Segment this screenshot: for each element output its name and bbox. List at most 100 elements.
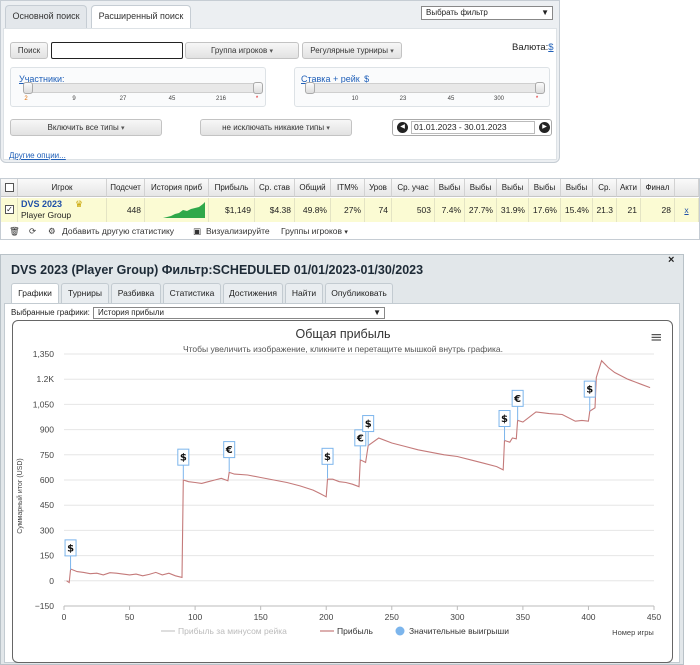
tab-statistics[interactable]: Статистика xyxy=(163,283,221,303)
participants-tick: * xyxy=(255,96,259,102)
filter-select-value: Выбрать фильтр xyxy=(426,8,488,17)
date-range-picker[interactable]: ◀ 01.01.2023 - 30.01.2023 ▶ xyxy=(392,119,552,136)
row-checkbox[interactable]: ✓ xyxy=(5,205,14,214)
col-header-out[interactable]: Выбы xyxy=(561,179,593,197)
filter-select[interactable]: Выбрать фильтр ▼ xyxy=(421,6,553,20)
count-cell: 448 xyxy=(107,198,145,222)
tab-achievements[interactable]: Достижения xyxy=(223,283,283,303)
col-header-out[interactable]: Выбы xyxy=(529,179,561,197)
prev-period-icon[interactable]: ◀ xyxy=(397,122,408,133)
col-header-itm[interactable]: ITM% xyxy=(331,179,365,197)
col-header-final[interactable]: Финал xyxy=(641,179,675,197)
participants-slider-min-handle[interactable] xyxy=(23,82,33,94)
chart-menu-icon[interactable]: ≡ xyxy=(650,328,663,346)
stake-tick: * xyxy=(535,96,539,102)
selected-chart-select[interactable]: История прибыли ▼ xyxy=(93,307,385,319)
stake-slider-max-handle[interactable] xyxy=(535,82,545,94)
win-flag-label: € xyxy=(225,445,233,456)
refresh-icon[interactable]: ⟳ xyxy=(29,223,36,240)
chevron-down-icon: ▾ xyxy=(344,229,348,236)
out-cell: 15.4% xyxy=(561,198,593,222)
stake-slider[interactable] xyxy=(305,82,545,94)
col-header-out[interactable]: Выбы xyxy=(465,179,497,197)
player-group-button[interactable]: Группа игроков ▾ xyxy=(185,42,299,59)
y-tick-label: −150 xyxy=(35,601,54,611)
visualize-button[interactable]: Визуализируйте xyxy=(206,223,270,240)
profit-history-cell[interactable] xyxy=(145,198,209,222)
tab-advanced-search[interactable]: Расширенный поиск xyxy=(91,5,191,29)
stake-slider-min-handle[interactable] xyxy=(305,82,315,94)
stake-tick: 10 xyxy=(351,96,359,102)
legend-item-net-profit[interactable]: Прибыль за минусом рейка xyxy=(178,626,287,636)
col-header-active[interactable]: Акти xyxy=(617,179,641,197)
search-input[interactable] xyxy=(51,42,183,59)
select-all-header[interactable] xyxy=(1,179,18,197)
y-tick-label: 0 xyxy=(49,576,54,586)
search-tabbar: Основной поиск Расширенный поиск Выбрать… xyxy=(1,1,559,29)
win-flag-label: € xyxy=(513,394,521,405)
next-period-icon[interactable]: ▶ xyxy=(539,122,550,133)
col-header-avg[interactable]: Ср. xyxy=(593,179,617,197)
include-types-button[interactable]: Включить все типы ▾ xyxy=(10,119,162,136)
stake-filter: Ставка + рейк $ 10 23 45 300 * xyxy=(294,67,550,107)
other-options-link[interactable]: Другие опции... xyxy=(9,145,66,163)
trash-icon[interactable]: 🗑 xyxy=(9,223,20,240)
close-icon[interactable]: × xyxy=(668,254,674,266)
currency-link[interactable]: $ xyxy=(548,42,553,53)
player-cell: DVS 2023 Player Group ♛ xyxy=(18,198,107,222)
col-header-avg-participants[interactable]: Ср. учас xyxy=(392,179,435,197)
player-groups-menu[interactable]: Группы игроков ▾ xyxy=(281,223,348,241)
participants-slider-max-handle[interactable] xyxy=(253,82,263,94)
tab-breakdown[interactable]: Разбивка xyxy=(111,283,161,303)
exclude-types-label: не исключать никакие типы xyxy=(222,123,325,132)
win-flag-label: $ xyxy=(324,452,331,463)
participants-tick: 9 xyxy=(72,96,76,102)
out-cell: 31.9% xyxy=(497,198,529,222)
tab-charts[interactable]: Графики xyxy=(11,283,59,304)
stake-tick: 300 xyxy=(493,96,505,102)
col-header-out[interactable]: Выбы xyxy=(435,179,465,197)
win-flag-label: $ xyxy=(365,419,372,430)
out-cell: 17.6% xyxy=(529,198,561,222)
final-cell: 28 xyxy=(641,198,675,222)
participants-slider[interactable] xyxy=(23,82,263,94)
remove-row-link[interactable]: x xyxy=(675,198,699,222)
col-header-total[interactable]: Общий xyxy=(295,179,331,197)
search-button[interactable]: Поиск xyxy=(10,42,48,59)
stake-tick: 23 xyxy=(399,96,407,102)
tab-find[interactable]: Найти xyxy=(285,283,323,303)
col-header-out[interactable]: Выбы xyxy=(497,179,529,197)
y-axis-title: Суммарный итог (USD) xyxy=(16,458,24,534)
tab-publish[interactable]: Опубликовать xyxy=(325,283,393,303)
date-range-input[interactable]: 01.01.2023 - 30.01.2023 xyxy=(411,121,535,134)
row-select-cell[interactable]: ✓ xyxy=(1,198,18,222)
player-group-label: Player Group xyxy=(21,210,72,220)
regular-tournaments-button[interactable]: Регулярные турниры ▾ xyxy=(302,42,402,59)
win-flag-label: $ xyxy=(586,385,593,396)
x-axis-title: Номер игры xyxy=(612,628,654,637)
profit-series-line xyxy=(66,359,651,584)
select-all-checkbox[interactable] xyxy=(5,183,14,192)
tab-tournaments[interactable]: Турниры xyxy=(61,283,109,303)
chevron-down-icon: ▼ xyxy=(541,8,549,17)
x-tick-label: 150 xyxy=(254,612,268,622)
exclude-types-button[interactable]: не исключать никакие типы ▾ xyxy=(200,119,352,136)
col-header-player[interactable]: Игрок xyxy=(18,179,107,197)
participants-tick: 27 xyxy=(119,96,127,102)
include-types-label: Включить все типы xyxy=(47,123,119,132)
col-header-avg-stake[interactable]: Ср. став xyxy=(255,179,295,197)
report-panel: DVS 2023 (Player Group) Фильтр:SCHEDULED… xyxy=(0,254,684,665)
col-header-level[interactable]: Уров xyxy=(365,179,392,197)
profit-chart-svg[interactable]: −150 0 150 300 450 600 750 900 1,050 1.2K 1,350 0 50… xyxy=(13,321,674,664)
col-header-count[interactable]: Подсчет xyxy=(107,179,145,197)
tab-basic-search[interactable]: Основной поиск xyxy=(5,5,87,28)
legend-item-big-wins[interactable]: Значительные выигрыши xyxy=(409,626,509,636)
col-header-profit[interactable]: Прибыль xyxy=(209,179,255,197)
legend-marker-big-wins xyxy=(395,626,405,636)
participants-filter: Участники: 2 9 27 45 216 * xyxy=(10,67,266,107)
col-header-profit-history[interactable]: История приб xyxy=(145,179,209,197)
profit-chart[interactable]: −150 0 150 300 450 600 750 900 1,050 1.2K 1,350 0 50… xyxy=(12,320,673,663)
y-tick-label: 1,050 xyxy=(33,399,55,409)
add-stat-button[interactable]: Добавить другую статистику xyxy=(62,223,174,240)
legend-item-profit[interactable]: Прибыль xyxy=(337,626,374,636)
